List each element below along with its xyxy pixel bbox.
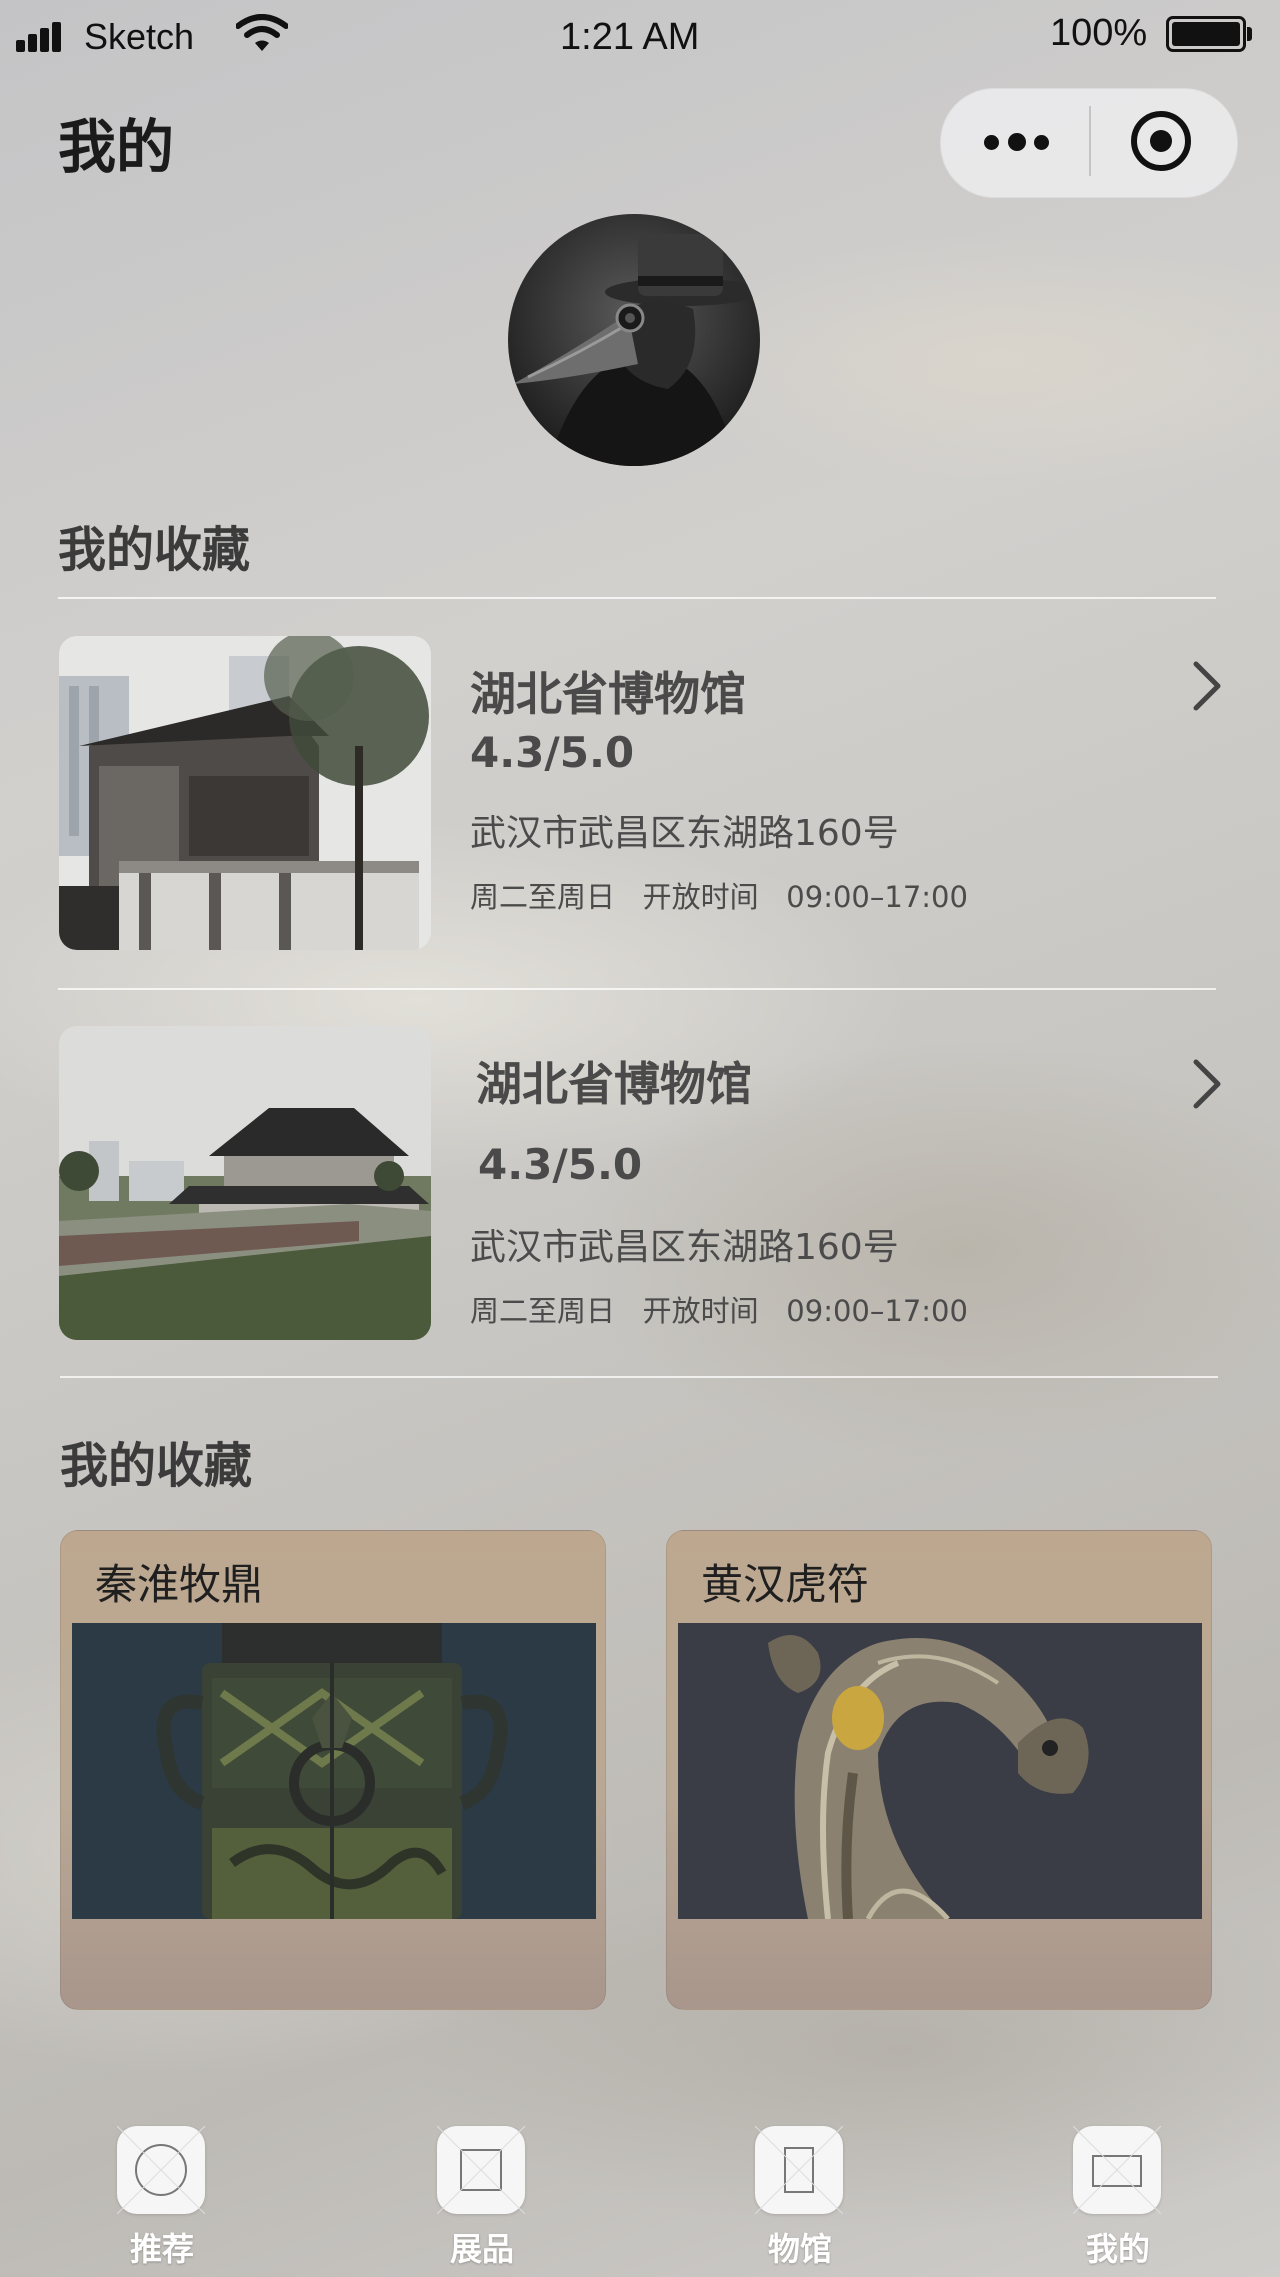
museum-collection-title: 我的收藏 — [58, 522, 251, 578]
battery-percent: 100% — [1050, 12, 1148, 54]
status-bar: Sketch 1:21 AM 100% — [0, 0, 1280, 80]
more-dots-icon[interactable] — [960, 92, 1090, 192]
museum-name: 湖北省博物馆 — [476, 1057, 752, 1111]
tab-recommend[interactable]: 推荐 — [82, 2125, 242, 2276]
tab-exhibits[interactable]: 展品 — [402, 2125, 562, 2276]
museum-hours: 周二至周日 开放时间 09:00–17:00 — [470, 880, 968, 914]
artifact-collection-title: 我的收藏 — [60, 1438, 253, 1494]
chevron-right-icon[interactable] — [1188, 1056, 1228, 1112]
plague-doctor-avatar-image — [508, 214, 760, 466]
museum-list-item[interactable]: 湖北省博物馆 4.3/5.0 武汉市武昌区东湖路160号 周二至周日 开放时间 … — [58, 1026, 1221, 1346]
museum-address: 武汉市武昌区东湖路160号 — [470, 813, 899, 854]
museum-photo — [59, 636, 431, 950]
wifi-icon — [236, 14, 288, 51]
section-divider — [60, 1376, 1218, 1378]
carrier-name: Sketch — [84, 16, 195, 57]
tab-label: 展品 — [449, 2230, 514, 2268]
avatar[interactable] — [508, 214, 760, 466]
museum-address: 武汉市武昌区东湖路160号 — [470, 1227, 899, 1268]
item-divider — [58, 988, 1216, 990]
artifact-photo — [678, 1623, 1202, 1919]
capsule-divider — [1089, 106, 1091, 176]
museum-hours: 周二至周日 开放时间 09:00–17:00 — [470, 1294, 968, 1328]
square-placeholder-icon — [436, 2125, 526, 2215]
battery-icon — [1166, 16, 1246, 52]
tab-label: 物馆 — [767, 2230, 832, 2268]
artifact-card[interactable]: 黄汉虎符 — [666, 1530, 1212, 2010]
museum-photo — [59, 1026, 431, 1340]
chevron-right-icon[interactable] — [1188, 658, 1228, 714]
tab-label: 推荐 — [129, 2230, 194, 2268]
circle-placeholder-icon — [116, 2125, 206, 2215]
section-divider — [58, 597, 1216, 599]
portrait-placeholder-icon — [754, 2125, 844, 2215]
target-circle-icon[interactable] — [1128, 108, 1194, 174]
landscape-placeholder-icon — [1072, 2125, 1162, 2215]
artifact-name: 秦淮牧鼎 — [95, 1560, 264, 1609]
artifact-card[interactable]: 秦淮牧鼎 — [60, 1530, 606, 2010]
museum-rating: 4.3/5.0 — [478, 1140, 643, 1189]
museum-name: 湖北省博物馆 — [470, 667, 746, 721]
status-time: 1:21 AM — [560, 16, 700, 58]
battery-tip — [1247, 27, 1252, 41]
museum-rating: 4.3/5.0 — [470, 728, 635, 777]
signal-strength-icon — [16, 20, 72, 52]
page-title: 我的 — [58, 113, 175, 181]
tab-mine[interactable]: 我的 — [1038, 2125, 1198, 2276]
artifact-photo — [72, 1623, 596, 1919]
tab-museums[interactable]: 物馆 — [720, 2125, 880, 2276]
museum-list-item[interactable]: 湖北省博物馆 4.3/5.0 武汉市武昌区东湖路160号 周二至周日 开放时间 … — [58, 636, 1221, 956]
tab-label: 我的 — [1085, 2230, 1150, 2268]
artifact-name: 黄汉虎符 — [701, 1560, 870, 1609]
